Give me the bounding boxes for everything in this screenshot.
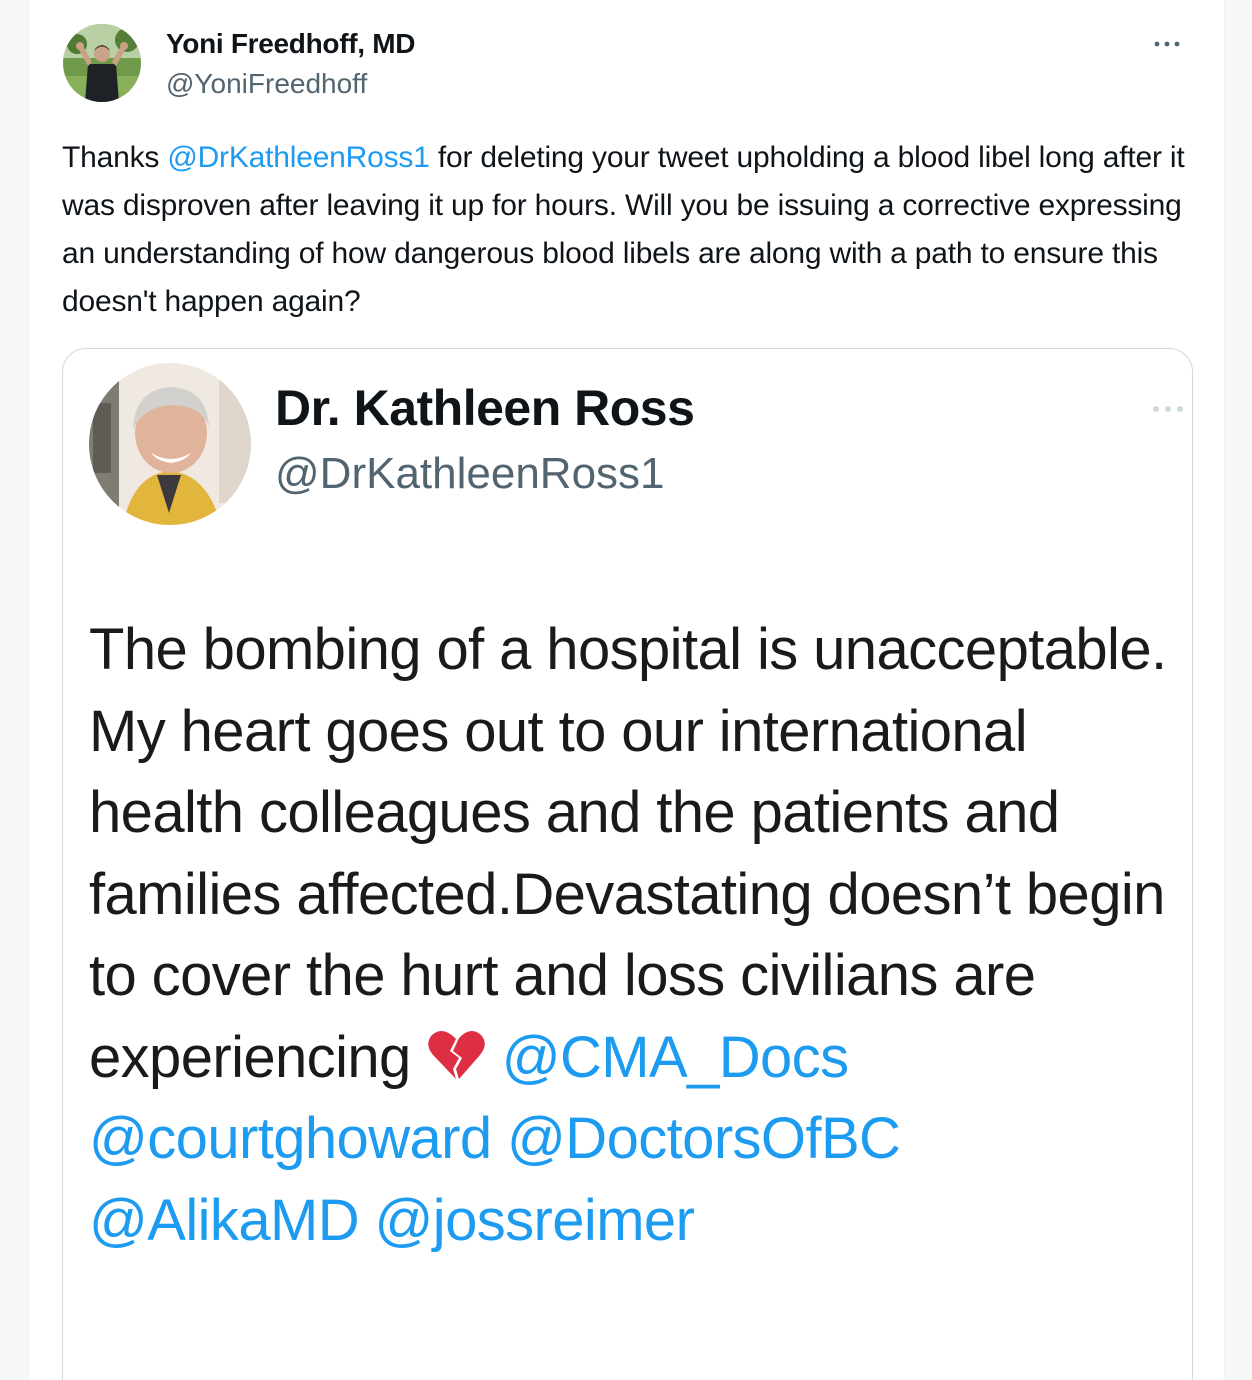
- mention-link[interactable]: @courtghoward: [89, 1106, 492, 1171]
- quoted-author-name[interactable]: Dr. Kathleen Ross: [275, 379, 695, 437]
- mention-link[interactable]: @jossreimer: [375, 1188, 695, 1253]
- author-avatar[interactable]: [63, 24, 141, 102]
- mention-link[interactable]: @CMA_Docs: [502, 1025, 849, 1090]
- quoted-tweet-card[interactable]: Dr. Kathleen Ross @DrKathleenRoss1 The b…: [62, 348, 1193, 1380]
- author-name[interactable]: Yoni Freedhoff, MD: [166, 28, 415, 60]
- tweet-text: Thanks @DrKathleenRoss1 for deleting you…: [62, 134, 1202, 326]
- quoted-tweet-text: The bombing of a hospital is unacceptabl…: [89, 609, 1169, 1261]
- quoted-author-handle[interactable]: @DrKathleenRoss1: [275, 449, 665, 499]
- tweet-text-part: Thanks: [62, 141, 168, 174]
- more-horizontal-icon[interactable]: [1145, 26, 1189, 62]
- mention-link[interactable]: @DrKathleenRoss1: [167, 141, 430, 174]
- quoted-text-body: The bombing of a hospital is unacceptabl…: [89, 617, 1167, 1090]
- mention-link[interactable]: @DoctorsOfBC: [507, 1106, 901, 1171]
- more-horizontal-icon: [1148, 397, 1188, 421]
- mention-link[interactable]: @AlikaMD: [89, 1188, 360, 1253]
- tweet-panel: Yoni Freedhoff, MD @YoniFreedhoff Thanks…: [28, 0, 1225, 1380]
- author-handle[interactable]: @YoniFreedhoff: [166, 68, 367, 100]
- quoted-author-avatar[interactable]: [89, 363, 251, 525]
- broken-heart-icon: [426, 1023, 486, 1079]
